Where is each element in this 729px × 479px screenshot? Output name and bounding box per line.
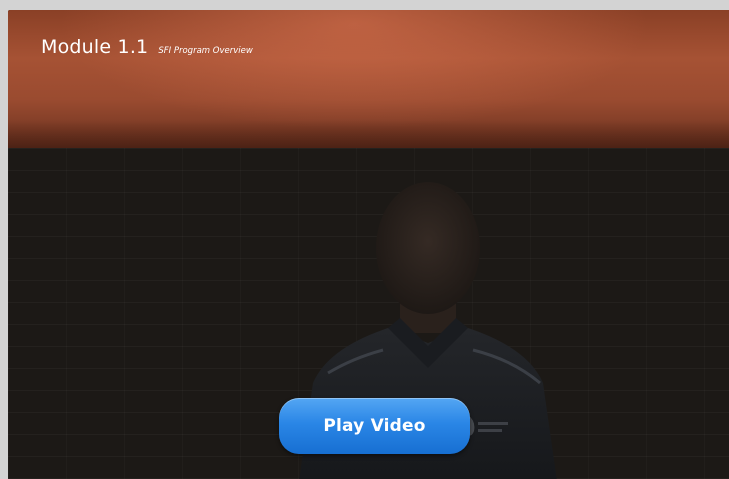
module-header-banner: Module 1.1 SFI Program Overview: [8, 10, 729, 148]
play-video-button[interactable]: Play Video: [279, 398, 470, 454]
course-slide-frame: Module 1.1 SFI Program Overview Play Vid…: [8, 10, 729, 479]
module-title-row: Module 1.1 SFI Program Overview: [41, 36, 253, 58]
module-title: Module 1.1: [41, 36, 149, 58]
play-video-label: Play Video: [323, 416, 426, 436]
video-player[interactable]: Play Video: [8, 148, 729, 479]
module-subtitle: SFI Program Overview: [158, 46, 253, 56]
